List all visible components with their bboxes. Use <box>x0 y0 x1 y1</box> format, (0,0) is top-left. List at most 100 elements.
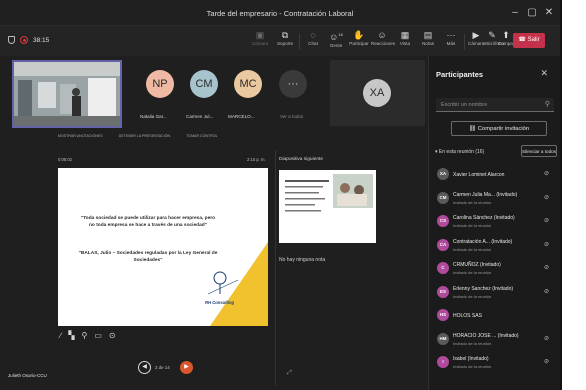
title-bar: Tarde del empresario - Contratación Labo… <box>0 0 560 26</box>
more-options-icon[interactable]: ⊙ <box>109 331 116 340</box>
next-slide-label: Diapositiva siguiente <box>279 157 323 162</box>
next-slide-thumbnail[interactable] <box>279 170 376 243</box>
camera-icon: ▣ <box>255 30 265 40</box>
participant-name: Contratación A... (Invitado) <box>453 238 513 245</box>
camera-feed-image <box>14 62 120 126</box>
reactions-button[interactable]: ☺ Reacciones <box>371 29 395 53</box>
view-all-button[interactable]: ··· <box>279 70 307 98</box>
share-invite-button[interactable]: ⛓ Compartir invitación <box>451 121 547 136</box>
toolbar-divider <box>464 34 465 50</box>
next-slide-button[interactable]: ▶ <box>180 361 193 374</box>
participant-name: HOLOS SAS <box>453 313 482 319</box>
share-screen-button[interactable]: ⬆ Compartir <box>498 29 518 53</box>
avatar: ES <box>437 285 449 298</box>
raise-hand-button[interactable]: ✋ Participar <box>348 29 370 53</box>
participant-row[interactable]: CM Carmen Julia Ma... (Invitado) Invitad… <box>429 188 560 212</box>
participant-row[interactable]: XA Xavier Lominet Alarcon ⊘ <box>429 164 560 188</box>
minimize-icon[interactable]: – <box>508 6 522 20</box>
more-button[interactable]: ··· Más <box>440 29 462 53</box>
camera-toggle-button[interactable]: ▶ Cámara <box>468 29 484 53</box>
in-meeting-section-toggle[interactable]: ▾ En esta reunión (16) <box>435 149 484 155</box>
close-panel-icon[interactable]: ✕ <box>540 68 548 79</box>
participant-name: Carmen Julia Ma... (Invitado) <box>453 191 518 198</box>
participant-avatar-np[interactable]: NP <box>146 70 174 98</box>
zoom-icon[interactable]: ⚲ <box>82 331 88 340</box>
participant-role: Invitado de la reunión <box>453 364 492 369</box>
participant-avatar-mc[interactable]: MC <box>234 70 262 98</box>
invite-icon: ⛓ <box>468 126 478 132</box>
participant-list: XA Xavier Lominet Alarcon ⊘ CM Carmen Ju… <box>429 164 560 376</box>
share-tray-button[interactable]: ⧉ Soporte <box>274 29 296 53</box>
slide-quote-2: "BALAS, Julio – Sociedades reguladas por… <box>78 251 218 263</box>
participant-role: Invitado de la reunión <box>453 199 492 205</box>
people-icon: ☺16 <box>329 32 343 42</box>
slide-decoration-graphic <box>207 242 268 326</box>
participant-name: Erlenny Sanchez (Invitado) <box>453 285 514 292</box>
mic-off-icon: ⊘ <box>543 171 549 177</box>
search-icon: ⚲ <box>544 101 550 108</box>
participants-title: Participantes <box>436 70 484 79</box>
mic-off-icon: ⊘ <box>543 335 549 342</box>
notes-icon: ▤ <box>423 30 433 40</box>
chat-icon: ◌ <box>310 30 316 40</box>
mic-off-icon: ⊘ <box>543 265 549 271</box>
slide-counter: 2 de 14 <box>155 365 170 370</box>
pointer-icon[interactable]: ▚ <box>68 331 74 340</box>
participant-row[interactable]: I Isabel (Invitado) Invitado de la reuni… <box>429 352 560 376</box>
mic-off-icon: ⊘ <box>543 194 549 201</box>
search-placeholder: Escribir un nombre <box>441 102 488 108</box>
participant-name: HORACIO JOSE ... (Invitado) <box>453 332 519 339</box>
participant-row[interactable]: CA Contratación A... (Invitado) Invitado… <box>429 235 560 259</box>
participant-avatar-cm[interactable]: CM <box>190 70 218 98</box>
leave-button[interactable]: ☎ Salir <box>513 33 545 48</box>
phone-icon: ☎ <box>518 37 528 43</box>
teams-meeting-window: Tarde del empresario - Contratación Labo… <box>0 0 560 390</box>
participant-row[interactable]: C CRMUÑOZ (Invitado) Invitado de la reun… <box>429 258 560 282</box>
show-annotations-button[interactable]: MOSTRAR ANOTACIONES <box>58 134 103 144</box>
participant-search-input[interactable]: Escribir un nombre ⚲ <box>436 98 554 112</box>
participant-name-mc: MARCELO... <box>228 114 255 119</box>
avatar: C <box>437 262 449 274</box>
participant-name: Xavier Lominet Alarcon <box>453 172 505 178</box>
chat-button[interactable]: ◌ Chat <box>302 29 324 53</box>
notes-button[interactable]: ▤ Notas <box>417 29 439 53</box>
recording-icon <box>20 36 28 44</box>
slide-navigation: ◀ 2 de 14 ▶ <box>138 361 196 375</box>
participant-row[interactable]: ES Erlenny Sanchez (Invitado) Invitado d… <box>429 282 560 306</box>
participant-row[interactable]: HS HOLOS SAS <box>429 305 560 329</box>
mute-all-button[interactable]: Silenciar a todos <box>521 145 557 157</box>
more-icon: ··· <box>446 30 456 40</box>
margin-border <box>560 0 562 390</box>
presentation-clock: 2:15 p. m. <box>247 157 266 162</box>
view-button[interactable]: ▦ Vista <box>394 29 416 53</box>
people-button[interactable]: ☺16 Gente <box>325 29 347 53</box>
self-video-tile[interactable] <box>12 60 122 128</box>
participant-tile-xa[interactable]: XA <box>330 60 425 126</box>
participant-name: Isabel (Invitado) <box>453 356 489 362</box>
mic-off-icon: ⊘ <box>543 241 549 248</box>
take-control-button[interactable]: TOMAR CONTROL <box>186 134 217 144</box>
current-slide: "Toda sociedad se puede utilizar para ha… <box>58 168 268 326</box>
subtitles-icon[interactable]: ▭ <box>94 331 102 340</box>
toolbar-divider <box>299 34 300 50</box>
participant-row[interactable]: HM HORACIO JOSE ... (Invitado) Invitado … <box>429 329 560 353</box>
avatar: HM <box>437 332 449 345</box>
presenter-tools: ∕ ▚ ⚲ ▭ ⊙ <box>60 331 116 340</box>
pen-icon[interactable]: ∕ <box>60 331 61 340</box>
avatar: I <box>437 356 449 368</box>
share-control-bar: MOSTRAR ANOTACIONES DETENER LA PRESENTAC… <box>58 134 218 144</box>
slide-quote-1: "Toda sociedad se puede utilizar para ha… <box>80 216 216 228</box>
participant-name-np: Natalia Gar... <box>140 114 167 119</box>
share-screen-icon: ⬆ <box>502 30 510 40</box>
mic-off-icon: ⊘ <box>543 359 549 365</box>
maximize-icon[interactable]: ▢ <box>525 6 539 20</box>
next-slide-preview <box>279 170 376 243</box>
participant-row[interactable]: CS Carolina Sánchez (Invitado) Invitado … <box>429 211 560 235</box>
camera-button[interactable]: ▣ Cámara <box>249 29 271 53</box>
stop-presenting-button[interactable]: DETENER LA PRESENTACIÓN <box>119 134 170 144</box>
expand-icon[interactable]: ⤢ <box>287 370 292 377</box>
participant-role: Invitado de la reunión <box>453 270 492 275</box>
meeting-toolbar: 38:15 ▣ Cámara ⧉ Soporte ◌ Chat ☺16 Gent… <box>0 26 560 56</box>
close-icon[interactable]: ✕ <box>542 6 556 20</box>
previous-slide-button[interactable]: ◀ <box>138 361 151 374</box>
